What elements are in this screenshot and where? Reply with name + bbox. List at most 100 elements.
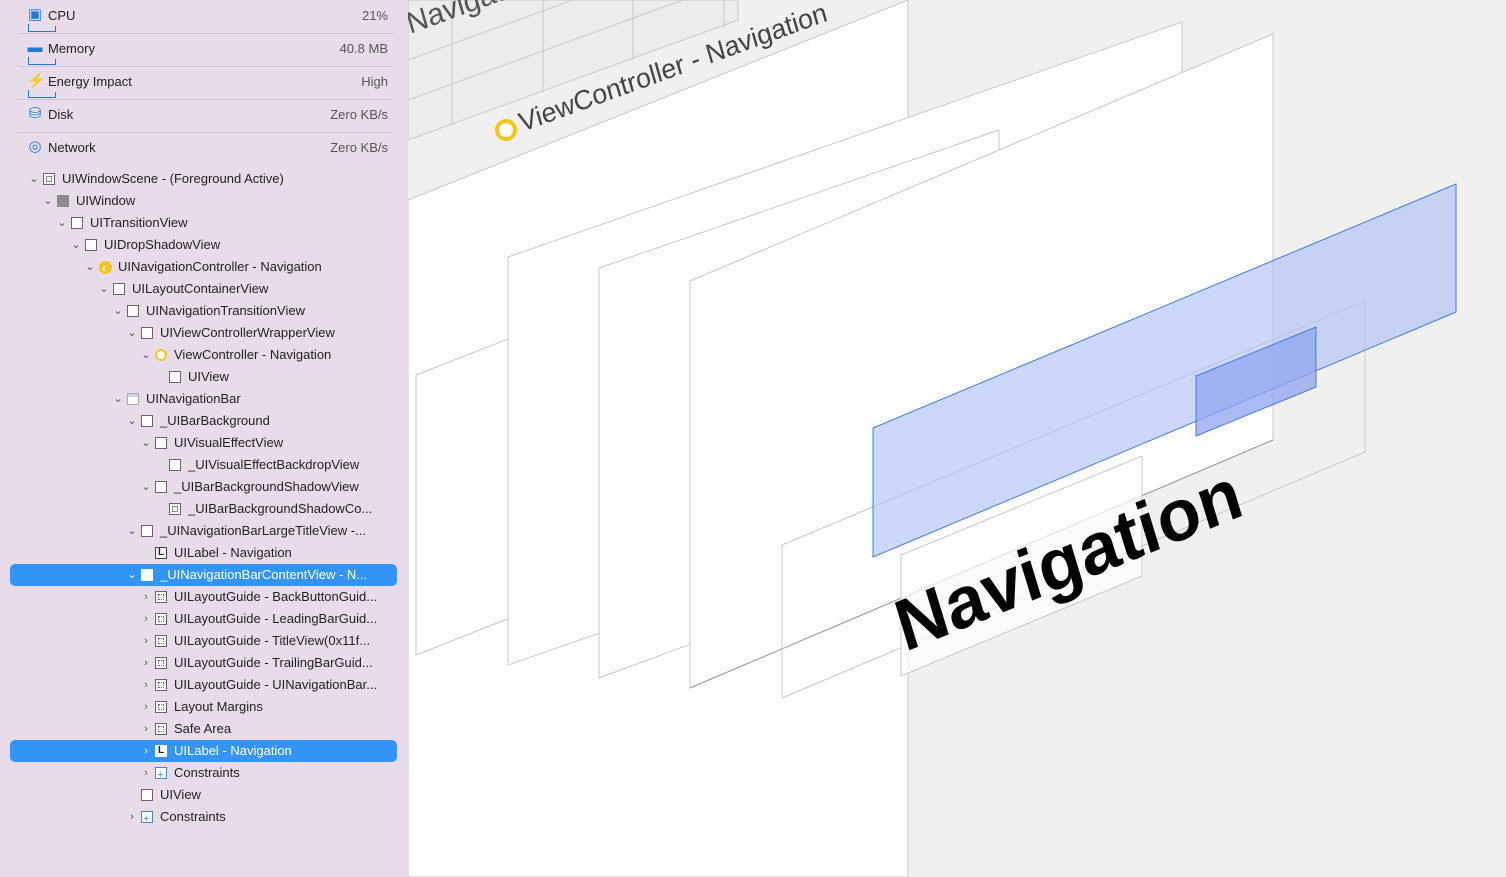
chevron-down-icon[interactable]: ⌄	[140, 344, 152, 366]
chevron-down-icon[interactable]: ⌄	[112, 388, 124, 410]
chevron-right-icon[interactable]: ›	[140, 630, 152, 652]
tree-row-label: _UIBarBackground	[160, 413, 270, 428]
tree-row[interactable]: ⌄ _UINavigationBarContentView - N...	[10, 564, 397, 586]
gauge-sparkline	[28, 57, 56, 65]
tree-row-label: UINavigationController - Navigation	[118, 259, 322, 274]
tree-row[interactable]: ⌄ _UIBarBackground	[10, 410, 397, 432]
tree-row[interactable]: ⌄ UINavigationTransitionView	[10, 300, 397, 322]
gauge-energy-impact[interactable]: ⚡ Energy Impact High	[18, 66, 394, 100]
tree-row[interactable]: ⌄ UINavigationBar	[10, 388, 397, 410]
constraints-icon	[155, 764, 167, 786]
tree-row-label: Constraints	[160, 809, 226, 824]
layout-guide-icon	[155, 679, 167, 691]
tree-row[interactable]: › Constraints	[10, 762, 397, 786]
gauge-memory[interactable]: ▬ Memory 40.8 MB	[18, 33, 394, 67]
tree-row-label: Safe Area	[174, 721, 232, 736]
tree-row[interactable]: _UIBarBackgroundShadowCo...	[10, 498, 397, 520]
tree-row[interactable]: ⌄ UITransitionView	[10, 212, 397, 234]
tree-row[interactable]: ⌄ UILayoutContainerView	[10, 278, 397, 300]
chevron-down-icon[interactable]: ⌄	[126, 410, 138, 432]
chevron-down-icon[interactable]: ⌄	[84, 256, 96, 278]
gauge-cpu[interactable]: ▣ CPU 21%	[18, 0, 394, 34]
chevron-down-icon[interactable]: ⌄	[126, 564, 138, 586]
tree-row[interactable]: ⌄ _UINavigationBarLargeTitleView -...	[10, 520, 397, 542]
chevron-down-icon[interactable]: ⌄	[56, 212, 68, 234]
tree-row[interactable]: ⌄ UINavigationController - Navigation	[10, 256, 397, 279]
chevron-right-icon[interactable]: ›	[140, 740, 152, 762]
tree-row-label: UITransitionView	[90, 215, 188, 230]
tree-row[interactable]: UILabel - Navigation	[10, 542, 397, 564]
gauge-label: Network	[48, 140, 96, 155]
tree-row-label: UILayoutGuide - TitleView(0x11f...	[174, 633, 371, 648]
chevron-right-icon[interactable]: ›	[126, 806, 138, 828]
chevron-right-icon[interactable]: ›	[140, 718, 152, 740]
gauge-label: CPU	[48, 8, 76, 23]
chevron-right-icon[interactable]: ›	[140, 608, 152, 630]
tree-row[interactable]: › Safe Area	[10, 718, 397, 740]
tree-row-label: UIWindowScene - (Foreground Active)	[62, 171, 284, 186]
chevron-right-icon[interactable]: ›	[140, 696, 152, 718]
chevron-down-icon[interactable]: ⌄	[140, 432, 152, 454]
chevron-down-icon[interactable]: ⌄	[140, 476, 152, 498]
tree-row[interactable]: ⌄ UIVisualEffectView	[10, 432, 397, 454]
chevron-down-icon[interactable]: ⌄	[70, 234, 82, 256]
tree-row[interactable]: › UILayoutGuide - BackButtonGuid...	[10, 586, 397, 608]
view-icon	[113, 283, 125, 295]
view-icon	[169, 459, 181, 471]
tree-row[interactable]: ⌄ UIWindowScene - (Foreground Active)	[10, 168, 397, 190]
gauge-network[interactable]: ◎ Network Zero KB/s	[18, 132, 394, 165]
view-hierarchy-3d-canvas[interactable]: Navigation ViewController - Navigation N…	[408, 0, 1506, 877]
view-icon	[85, 239, 97, 251]
chevron-down-icon[interactable]: ⌄	[126, 322, 138, 344]
tree-row[interactable]: ⌄ UIDropShadowView	[10, 234, 397, 256]
tree-row-label: UILabel - Navigation	[174, 545, 292, 560]
chevron-down-icon[interactable]: ⌄	[28, 168, 40, 190]
chevron-right-icon[interactable]: ›	[140, 652, 152, 674]
debug-navigator-sidebar: ▣ CPU 21% ▬ Memory 40.8 MB ⚡ Energy Impact High ⛁…	[0, 0, 408, 877]
tree-row-label: _UIVisualEffectBackdropView	[188, 457, 360, 472]
gauge-label: Energy Impact	[48, 74, 132, 89]
tree-row[interactable]: ⌄ ViewController - Navigation	[10, 344, 397, 366]
tree-row-label: UILayoutGuide - UINavigationBar...	[174, 677, 378, 692]
chevron-down-icon[interactable]: ⌄	[98, 278, 110, 300]
tree-row[interactable]: › UILayoutGuide - UINavigationBar...	[10, 674, 397, 696]
gauge-value: High	[361, 74, 388, 89]
view-icon	[141, 327, 153, 339]
layout-guide-icon	[155, 723, 167, 735]
tree-row[interactable]: _UIVisualEffectBackdropView	[10, 454, 397, 476]
constraints-icon	[141, 808, 153, 830]
view-icon	[141, 569, 153, 581]
gauge-disk[interactable]: ⛁ Disk Zero KB/s	[18, 99, 394, 133]
chevron-down-icon[interactable]: ⌄	[42, 190, 54, 212]
chevron-down-icon[interactable]: ⌄	[126, 520, 138, 542]
tree-row[interactable]: ⌄ UIWindow	[10, 190, 397, 212]
navigation-bar-icon	[127, 393, 139, 405]
tree-row-label: UILabel - Navigation	[174, 743, 292, 758]
tree-row[interactable]: UIView	[10, 784, 397, 806]
tree-row[interactable]: UIView	[10, 366, 397, 388]
tree-row[interactable]: ⌄ _UIBarBackgroundShadowView	[10, 476, 397, 498]
tree-row[interactable]: › UILabel - Navigation	[10, 740, 397, 762]
chevron-right-icon[interactable]: ›	[140, 674, 152, 696]
layout-guide-icon	[155, 635, 167, 647]
chevron-right-icon[interactable]: ›	[140, 762, 152, 784]
tree-row[interactable]: › UILayoutGuide - TrailingBarGuid...	[10, 652, 397, 674]
tree-row-label: _UINavigationBarLargeTitleView -...	[160, 523, 366, 538]
tree-row-label: UIWindow	[76, 193, 136, 208]
chevron-down-icon[interactable]: ⌄	[112, 300, 124, 322]
view-icon	[169, 371, 181, 383]
tree-row[interactable]: › Layout Margins	[10, 696, 397, 718]
tree-row[interactable]: › Constraints	[10, 806, 397, 830]
tree-row-label: _UIBarBackgroundShadowView	[174, 479, 359, 494]
layout-guide-icon	[155, 701, 167, 713]
tree-row-label: ViewController - Navigation	[174, 347, 332, 362]
window-scene-icon	[43, 173, 55, 185]
chevron-right-icon[interactable]: ›	[140, 586, 152, 608]
navigation-controller-icon	[99, 257, 112, 279]
tree-row[interactable]: › UILayoutGuide - LeadingBarGuid...	[10, 608, 397, 630]
tree-row[interactable]: › UILayoutGuide - TitleView(0x11f...	[10, 630, 397, 652]
layout-guide-icon	[155, 657, 167, 669]
tree-row[interactable]: ⌄ UIViewControllerWrapperView	[10, 322, 397, 344]
energy-icon: ⚡	[27, 72, 46, 89]
gauge-label: Memory	[48, 41, 95, 56]
